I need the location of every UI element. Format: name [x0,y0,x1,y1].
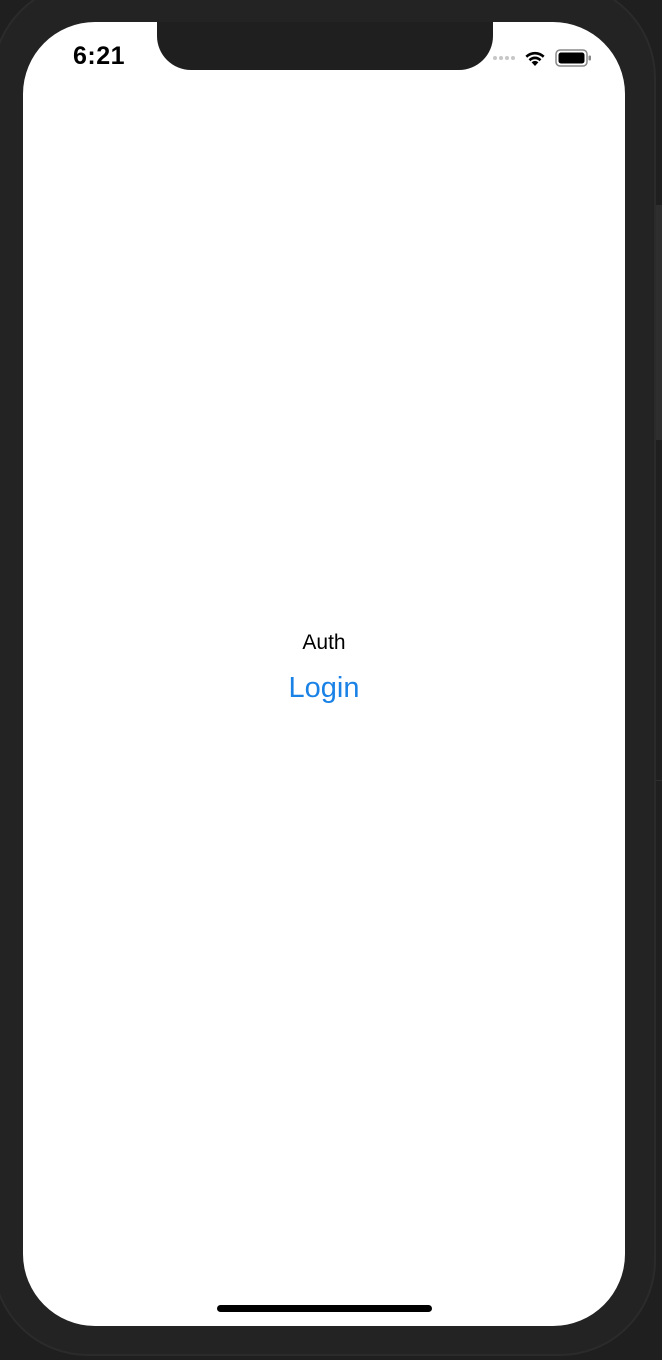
wifi-icon [523,49,547,67]
auth-content: Auth Login [23,622,625,706]
side-scrollbar [656,205,662,440]
cellular-signal-icon [493,56,515,60]
side-divider [656,780,662,781]
simulator-device: 6:21 Auth Login [0,0,662,1360]
phone-screen: 6:21 Auth Login [23,22,625,1326]
status-time: 6:21 [73,42,126,70]
auth-title: Auth [302,631,346,654]
home-indicator[interactable] [217,1305,432,1312]
notch [157,22,493,70]
status-icons [493,46,593,70]
battery-icon [555,48,593,68]
login-button[interactable]: Login [285,670,364,706]
